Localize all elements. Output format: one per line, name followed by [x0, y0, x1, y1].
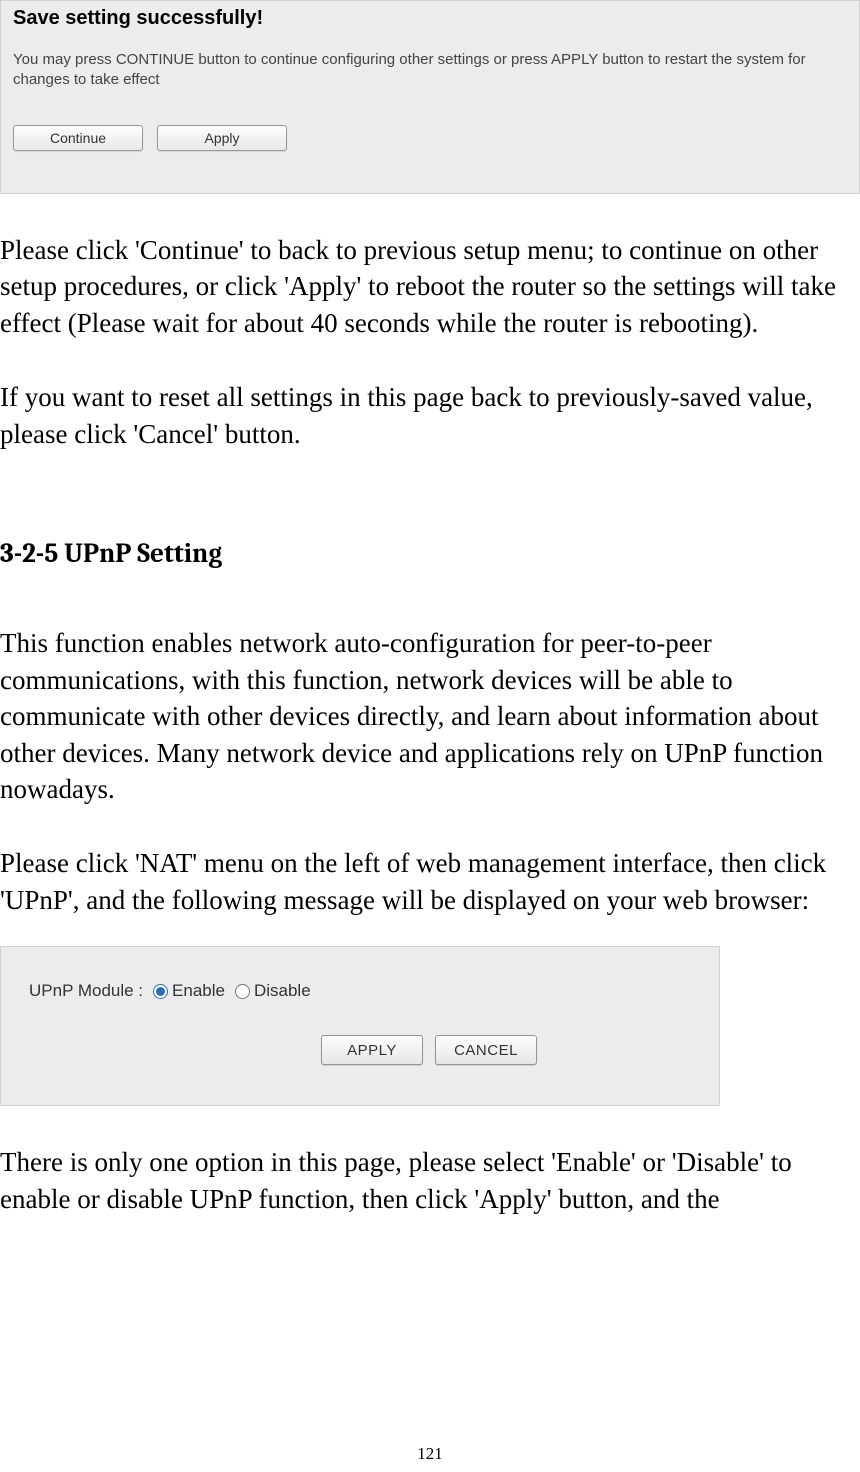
disable-label: Disable: [254, 981, 311, 1001]
section-heading: 3-2-5 UPnP Setting: [0, 538, 858, 569]
enable-radio-wrap[interactable]: Enable: [153, 981, 225, 1001]
upnp-button-row: APPLY CANCEL: [321, 1035, 537, 1065]
enable-label: Enable: [172, 981, 225, 1001]
disable-radio-wrap[interactable]: Disable: [235, 981, 311, 1001]
paragraph-4: Please click 'NAT' menu on the left of w…: [0, 845, 858, 918]
upnp-apply-button[interactable]: APPLY: [321, 1035, 423, 1065]
paragraph-5: There is only one option in this page, p…: [0, 1144, 858, 1217]
upnp-module-row: UPnP Module : Enable Disable: [29, 981, 311, 1001]
document-body: Please click 'Continue' to back to previ…: [0, 232, 860, 1217]
upnp-cancel-button[interactable]: CANCEL: [435, 1035, 537, 1065]
panel-description: You may press CONTINUE button to continu…: [13, 50, 847, 89]
enable-radio[interactable]: [153, 984, 168, 999]
continue-button[interactable]: Continue: [13, 125, 143, 151]
paragraph-3: This function enables network auto-confi…: [0, 625, 858, 807]
upnp-panel: UPnP Module : Enable Disable APPLY CANCE…: [0, 946, 720, 1106]
page-number: 121: [0, 1444, 860, 1464]
save-setting-panel: Save setting successfully! You may press…: [0, 0, 860, 194]
upnp-module-label: UPnP Module :: [29, 981, 143, 1001]
apply-button[interactable]: Apply: [157, 125, 287, 151]
paragraph-2: If you want to reset all settings in thi…: [0, 379, 858, 452]
disable-radio[interactable]: [235, 984, 250, 999]
panel-title: Save setting successfully!: [13, 7, 847, 30]
panel-button-row: Continue Apply: [13, 125, 847, 151]
paragraph-1: Please click 'Continue' to back to previ…: [0, 232, 858, 341]
